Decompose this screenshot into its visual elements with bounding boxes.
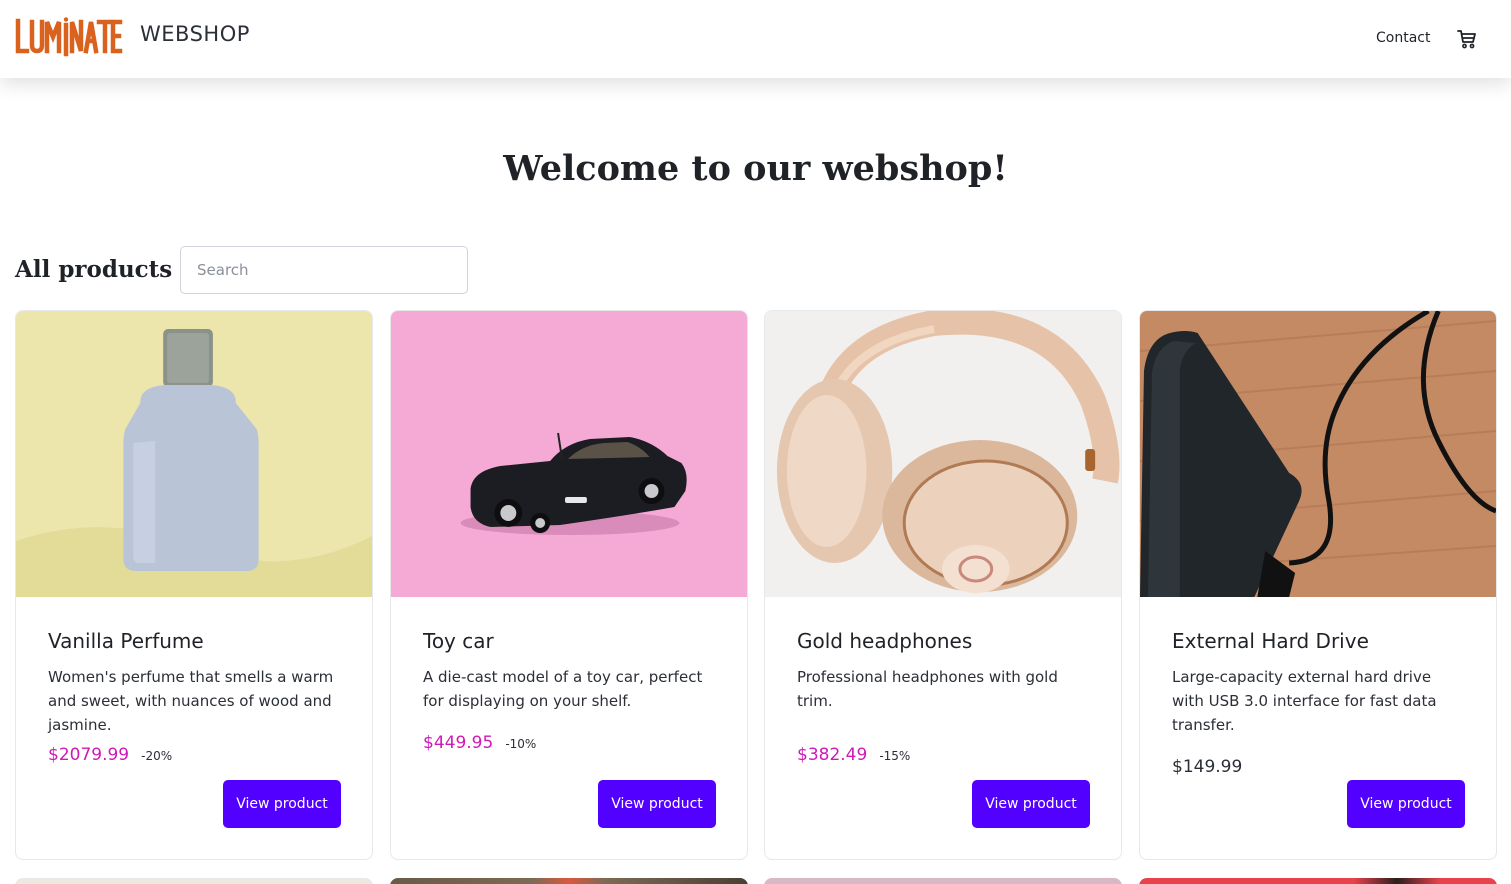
- product-card: Gold headphones Professional headphones …: [764, 310, 1122, 860]
- product-card-partial[interactable]: [390, 878, 748, 884]
- product-card-partial[interactable]: [15, 878, 373, 884]
- product-card: Toy car A die-cast model of a toy car, p…: [390, 310, 748, 860]
- view-product-button[interactable]: View product: [1347, 780, 1465, 828]
- site-header: WEBSHOP Contact: [0, 0, 1511, 78]
- product-image-headphones[interactable]: [765, 311, 1121, 597]
- luminate-logo[interactable]: [15, 17, 123, 59]
- discount-badge: -15%: [879, 749, 911, 763]
- product-name: Gold headphones: [797, 629, 973, 653]
- product-card: External Hard Drive Large-capacity exter…: [1139, 310, 1497, 860]
- product-price: $382.49: [797, 745, 868, 765]
- search-input[interactable]: [180, 246, 468, 294]
- product-description: Large-capacity external hard drive with …: [1172, 668, 1437, 734]
- product-card-partial[interactable]: [1139, 878, 1497, 884]
- brand-subtitle: WEBSHOP: [140, 22, 250, 46]
- product-card-partial[interactable]: [764, 878, 1122, 884]
- product-image-perfume[interactable]: [16, 311, 372, 597]
- product-card: Vanilla Perfume Women's perfume that sme…: [15, 310, 373, 860]
- product-image-toy-car[interactable]: [391, 311, 747, 597]
- nav-contact-link[interactable]: Contact: [1376, 30, 1430, 46]
- view-product-button[interactable]: View product: [598, 780, 716, 828]
- cart-icon[interactable]: [1455, 27, 1479, 51]
- product-price: $149.99: [1172, 757, 1243, 777]
- section-title: All products: [15, 256, 173, 283]
- product-price: $449.95: [423, 733, 494, 753]
- product-name: External Hard Drive: [1172, 629, 1369, 653]
- product-name: Toy car: [423, 629, 494, 653]
- view-product-button[interactable]: View product: [972, 780, 1090, 828]
- discount-badge: -20%: [141, 749, 173, 763]
- product-image-hard-drive[interactable]: [1140, 311, 1496, 597]
- product-price: $2079.99: [48, 745, 130, 765]
- product-name: Vanilla Perfume: [48, 629, 204, 653]
- product-description: A die-cast model of a toy car, perfect f…: [423, 668, 703, 710]
- product-description: Women's perfume that smells a warm and s…: [48, 668, 334, 734]
- product-description: Professional headphones with gold trim.: [797, 668, 1058, 710]
- view-product-button[interactable]: View product: [223, 780, 341, 828]
- page-title: Welcome to our webshop!: [503, 148, 1008, 189]
- discount-badge: -10%: [505, 737, 537, 751]
